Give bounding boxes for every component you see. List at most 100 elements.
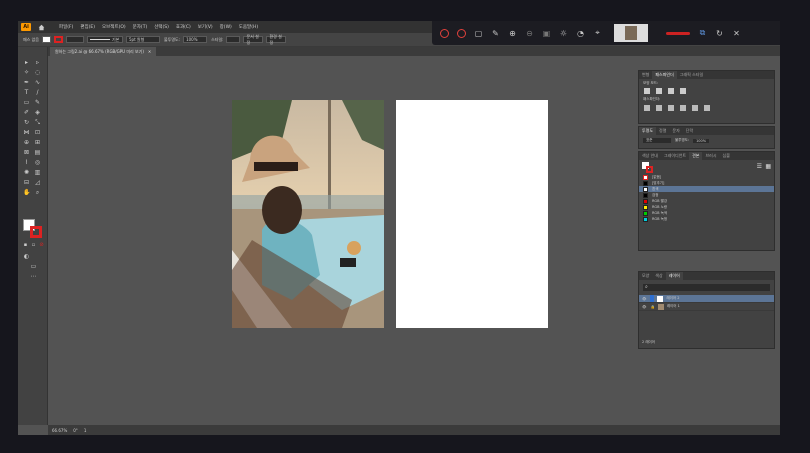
opacity-input[interactable]: 100% xyxy=(183,36,208,43)
tab-graphic-styles[interactable]: 그래픽 스타일 xyxy=(677,72,706,78)
zoom-in-icon[interactable]: ⊕ xyxy=(508,29,517,38)
fill-swatch[interactable] xyxy=(42,36,51,43)
unite-icon[interactable] xyxy=(644,88,650,94)
direct-selection-tool-icon[interactable]: ▹ xyxy=(34,59,41,66)
crop-pf-icon[interactable] xyxy=(680,105,686,111)
scale-tool-icon[interactable]: ⤡ xyxy=(34,119,41,126)
tab-transparency[interactable]: 투명도 xyxy=(639,127,657,135)
menu-type[interactable]: 문자(T) xyxy=(133,24,148,30)
menu-edit[interactable]: 편집(E) xyxy=(80,24,95,30)
minus-front-icon[interactable] xyxy=(656,88,662,94)
trim-icon[interactable] xyxy=(656,105,662,111)
stroke-profile[interactable]: 기본 xyxy=(87,36,123,43)
lock-icon[interactable]: 🔒 xyxy=(650,305,654,309)
line-tool-icon[interactable]: / xyxy=(34,89,41,96)
opacity-value[interactable]: 100% xyxy=(693,138,710,143)
mask-icon[interactable]: ▣ xyxy=(542,29,551,38)
free-transform-icon[interactable]: ⊡ xyxy=(34,129,41,136)
close-tab-icon[interactable]: ✕ xyxy=(148,49,151,54)
intersect-icon[interactable] xyxy=(668,88,674,94)
tab-gradient[interactable]: 그레이디언트 xyxy=(661,153,689,159)
menu-file[interactable]: 파일(F) xyxy=(59,24,73,30)
tab-paragraph[interactable]: 단락 xyxy=(683,128,696,134)
shaper-tool-icon[interactable]: ✐ xyxy=(23,109,30,116)
pen-tool-icon[interactable]: ✒ xyxy=(23,79,30,86)
document-tab[interactable]: 원하는 그림2.ai @ 66.67% (RGB/GPU 미리 보기) ✕ xyxy=(50,47,157,56)
tab-pathfinder[interactable]: 패스파인더 xyxy=(652,71,677,79)
stroke-preview[interactable] xyxy=(646,166,653,173)
menu-view[interactable]: 보기(V) xyxy=(198,24,213,30)
more-tools-icon[interactable]: ⋯ xyxy=(30,273,37,280)
graph-tool-icon[interactable]: ▥ xyxy=(34,169,41,176)
layer-row-selected[interactable]: 👁 레이어 2 xyxy=(639,295,774,303)
prefs-button[interactable]: 환경 설정 xyxy=(266,34,287,45)
rotation-angle[interactable]: 0° xyxy=(73,428,78,433)
rectangle-tool-icon[interactable]: ▭ xyxy=(23,99,30,106)
paintbrush-tool-icon[interactable]: ✎ xyxy=(34,99,41,106)
visibility-eye-icon[interactable]: 👁 xyxy=(642,297,646,301)
brush-select[interactable]: 5pt 원형 xyxy=(126,36,160,43)
grid-view-icon[interactable]: ▦ xyxy=(765,163,771,170)
capture-thumbnail[interactable] xyxy=(614,24,648,42)
stroke-swatch[interactable] xyxy=(54,36,63,43)
zoom-tool-icon[interactable]: ⌕ xyxy=(34,189,41,196)
close-icon[interactable]: ✕ xyxy=(732,29,741,38)
home-icon[interactable] xyxy=(37,23,45,31)
draw-mode-icon[interactable]: ◐ xyxy=(23,253,30,260)
menu-object[interactable]: 오브젝트(O) xyxy=(102,24,126,30)
tab-color[interactable]: 색상 xyxy=(652,273,665,279)
menu-help[interactable]: 도움말(H) xyxy=(239,24,258,30)
exclude-icon[interactable] xyxy=(680,88,686,94)
artboard-number[interactable]: 1 xyxy=(84,428,87,433)
perspective-grid-icon[interactable]: ⊞ xyxy=(34,139,41,146)
shape-builder-icon[interactable]: ⊕ xyxy=(23,139,30,146)
mesh-tool-icon[interactable]: ⊠ xyxy=(23,149,30,156)
layer-search-input[interactable]: ⌕ xyxy=(643,284,770,291)
selection-tool-icon[interactable]: ▸ xyxy=(23,59,30,66)
tab-character[interactable]: 문자 xyxy=(669,128,682,134)
artboard-photo[interactable] xyxy=(232,100,384,328)
eraser-tool-icon[interactable]: ◈ xyxy=(34,109,41,116)
note-icon[interactable]: ▢ xyxy=(474,29,483,38)
zoom-out-icon[interactable]: ⊖ xyxy=(525,29,534,38)
hand-tool-icon[interactable]: ✋ xyxy=(23,189,30,196)
stop-icon[interactable] xyxy=(457,28,466,38)
tab-transform[interactable]: 변형 xyxy=(639,72,652,78)
lasso-tool-icon[interactable]: ◌ xyxy=(34,69,41,76)
zoom-level[interactable]: 66.67% xyxy=(52,428,67,433)
canvas[interactable] xyxy=(48,56,638,425)
fill-icon[interactable]: ◔ xyxy=(576,29,585,38)
artboard-tool-icon[interactable]: ⊟ xyxy=(23,179,30,186)
doc-setup-button[interactable]: 문서 설정 xyxy=(243,34,264,45)
tab-align[interactable]: 정렬 xyxy=(656,128,669,134)
layer-row[interactable]: 👁 🔒 레이어 1 xyxy=(639,303,774,311)
color-indicator[interactable] xyxy=(666,31,690,35)
width-tool-icon[interactable]: ⋈ xyxy=(23,129,30,136)
artboard-blank[interactable] xyxy=(396,100,548,328)
stroke-weight[interactable] xyxy=(66,36,84,43)
merge-icon[interactable] xyxy=(668,105,674,111)
gradient-mode-icon[interactable]: ▫ xyxy=(30,242,37,249)
blend-tool-icon[interactable]: ◎ xyxy=(34,159,41,166)
style-select[interactable] xyxy=(226,36,241,43)
visibility-eye-icon[interactable]: 👁 xyxy=(642,305,646,309)
swatch-row[interactable]: RGB 녹청 xyxy=(639,216,774,222)
pin-icon[interactable]: ⌖ xyxy=(593,28,602,38)
color-mode-icon[interactable]: ▪ xyxy=(22,242,29,249)
tab-color-guide[interactable]: 색상 안내 xyxy=(639,153,661,159)
magic-wand-icon[interactable]: ✧ xyxy=(23,69,30,76)
blur-icon[interactable]: ☼ xyxy=(559,29,568,38)
refresh-icon[interactable]: ↻ xyxy=(715,29,724,38)
rotate-tool-icon[interactable]: ↻ xyxy=(23,119,30,126)
menu-window[interactable]: 창(W) xyxy=(220,24,232,30)
eyedropper-tool-icon[interactable]: ⌇ xyxy=(23,159,30,166)
outline-icon[interactable] xyxy=(692,105,698,111)
pencil-icon[interactable]: ✎ xyxy=(491,29,500,38)
tab-appearance[interactable]: 모양 xyxy=(639,273,652,279)
slice-tool-icon[interactable]: ◿ xyxy=(34,179,41,186)
divide-icon[interactable] xyxy=(644,105,650,111)
menu-effect[interactable]: 효과(C) xyxy=(176,24,191,30)
tab-symbols[interactable]: 심볼 xyxy=(720,153,733,159)
tab-brushes[interactable]: 브러시 xyxy=(702,153,719,159)
screen-mode-icon[interactable]: ▭ xyxy=(30,263,37,270)
